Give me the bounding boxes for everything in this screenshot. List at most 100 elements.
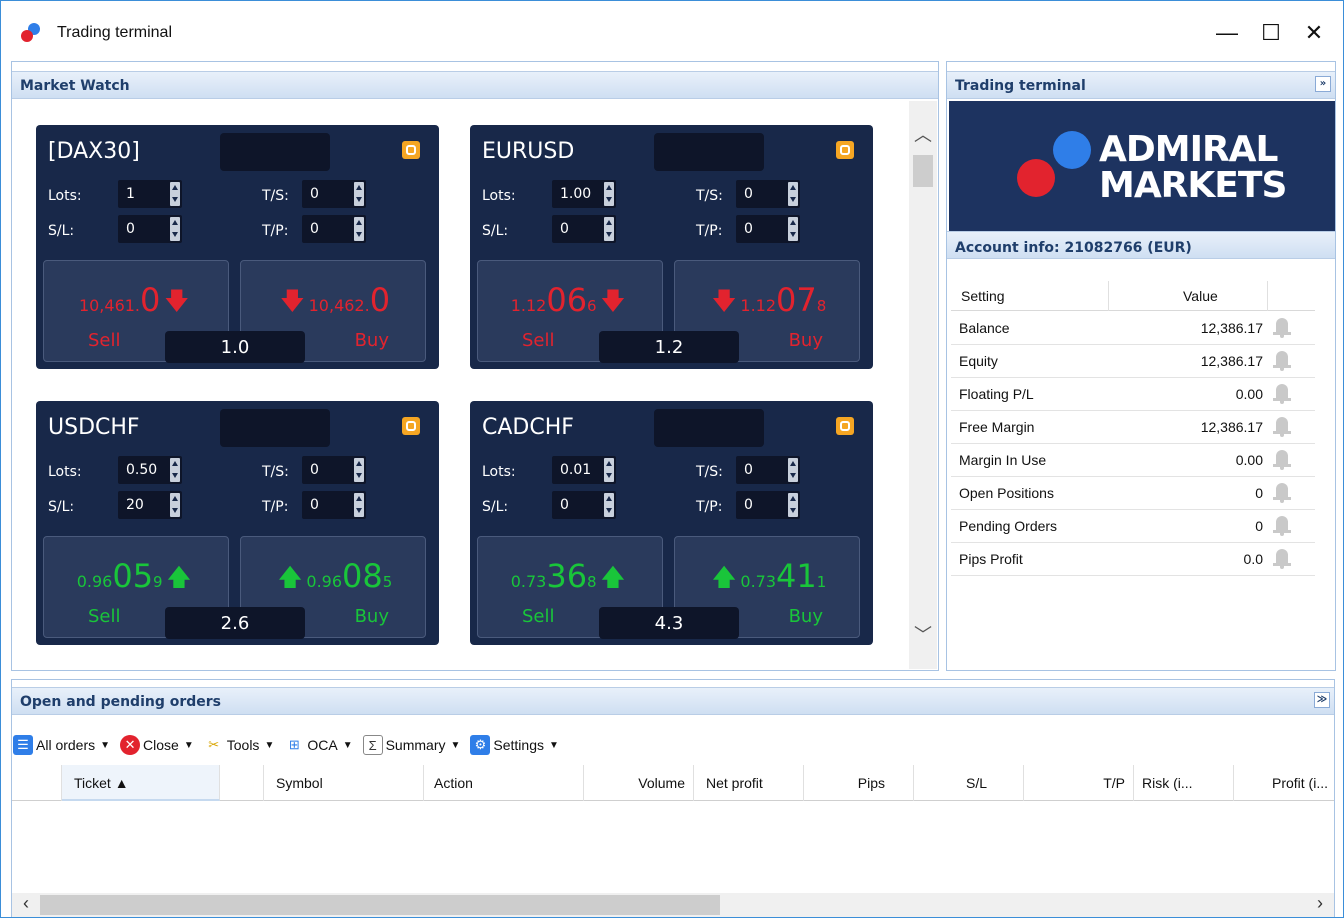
account-row: Balance 12,386.17 [951,312,1315,345]
scroll-thumb[interactable] [913,155,933,187]
spinner-icon[interactable] [354,493,364,517]
chart-placeholder [220,409,330,447]
symbol-name: CADCHF [482,415,574,440]
ts-input[interactable]: 0 [302,180,366,208]
all-orders-button[interactable]: ☰ All orders ▼ [13,735,110,755]
ts-input[interactable]: 0 [736,456,800,484]
column-ticket[interactable]: Ticket ▲ [62,765,220,801]
settings-button[interactable]: ⚙ Settings ▼ [470,735,559,755]
spinner-icon[interactable] [604,493,614,517]
spinner-icon[interactable] [788,493,798,517]
sell-price: 10,461.0 🡇 [44,281,228,325]
sell-label: Sell [522,606,555,627]
bell-icon[interactable] [1273,483,1291,503]
tp-label: T/P: [696,499,723,515]
column-value[interactable]: Value [1183,288,1218,304]
tools-button[interactable]: ✂ Tools ▼ [204,735,274,755]
symbol-tile: USDCHF Lots: 0.50 S/L: 20 T/S: 0 T/P: 0 … [36,401,439,645]
lots-input[interactable]: 1 [118,180,182,208]
sl-label: S/L: [482,223,509,239]
ts-input[interactable]: 0 [736,180,800,208]
arrow-up-icon: 🡅 [711,563,737,591]
summary-label: Summary [385,737,446,753]
column-blank[interactable] [220,765,264,801]
tp-input[interactable]: 0 [302,215,366,243]
summary-button[interactable]: Σ Summary ▼ [362,735,460,755]
tools-icon: ✂ [208,737,220,752]
spinner-icon[interactable] [604,217,614,241]
spinner-icon[interactable] [170,458,180,482]
bell-icon[interactable] [1273,351,1291,371]
setting-value: 0 [1255,485,1263,501]
options-icon[interactable] [402,141,420,159]
orders-toolbar: ☰ All orders ▼ ✕ Close ▼ ✂ Tools ▼ ⊞ OCA ▼ Σ… [13,731,569,759]
options-icon[interactable] [836,417,854,435]
column-action[interactable]: Action [424,765,584,801]
sell-price: 0.73368 🡅 [478,557,662,601]
lots-input[interactable]: 0.01 [552,456,616,484]
scroll-thumb-horizontal[interactable] [40,895,720,915]
market-watch-scrollbar[interactable]: ︿ ﹀ [909,101,937,669]
sl-input[interactable]: 0 [118,215,182,243]
bell-icon[interactable] [1273,318,1291,338]
column-tp[interactable]: T/P [1024,765,1134,801]
spinner-icon[interactable] [604,458,614,482]
bell-icon[interactable] [1273,417,1291,437]
admiral-markets-logo: ADMIRAL MARKETS [949,101,1335,231]
lots-input[interactable]: 0.50 [118,456,182,484]
expand-icon[interactable]: » [1315,76,1331,92]
bell-icon[interactable] [1273,384,1291,404]
column-pips[interactable]: Pips [804,765,914,801]
bell-icon[interactable] [1273,450,1291,470]
gear-icon: ⚙ [470,735,491,755]
scroll-left-icon[interactable]: ‹ [12,893,40,917]
spinner-icon[interactable] [354,458,364,482]
scroll-up-icon[interactable]: ︿ [909,121,937,149]
scroll-down-icon[interactable]: ﹀ [909,621,937,649]
list-icon: ☰ [13,735,33,755]
options-icon[interactable] [836,141,854,159]
spinner-icon[interactable] [788,217,798,241]
ts-input[interactable]: 0 [302,456,366,484]
sl-input[interactable]: 0 [552,491,616,519]
tp-input[interactable]: 0 [302,491,366,519]
tp-input[interactable]: 0 [736,215,800,243]
oca-button[interactable]: ⊞ OCA ▼ [284,735,353,755]
spinner-icon[interactable] [170,493,180,517]
column-sl[interactable]: S/L [914,765,1024,801]
bell-icon[interactable] [1273,549,1291,569]
spinner-icon[interactable] [170,217,180,241]
orders-scrollbar[interactable]: ‹ › [12,893,1334,917]
collapse-icon[interactable]: ≫ [1314,692,1330,708]
column-net-profit[interactable]: Net profit [694,765,804,801]
spinner-icon[interactable] [170,182,180,206]
close-button[interactable]: ✕ [1294,15,1334,51]
lots-input[interactable]: 1.00 [552,180,616,208]
maximize-button[interactable]: ☐ [1251,15,1291,51]
column-symbol[interactable]: Symbol [264,765,424,801]
minimize-button[interactable]: — [1207,15,1247,51]
spinner-icon[interactable] [354,182,364,206]
column-risk[interactable]: Risk (i... [1134,765,1234,801]
arrow-up-icon: 🡅 [166,563,192,591]
spinner-icon[interactable] [788,182,798,206]
spinner-icon[interactable] [788,458,798,482]
tp-input[interactable]: 0 [736,491,800,519]
column-profit[interactable]: Profit (i... [1234,765,1334,801]
options-icon[interactable] [402,417,420,435]
column-volume[interactable]: Volume [584,765,694,801]
buy-label: Buy [788,330,823,351]
spinner-icon[interactable] [604,182,614,206]
close-orders-button[interactable]: ✕ Close ▼ [120,735,194,755]
sl-input[interactable]: 20 [118,491,182,519]
setting-name: Margin In Use [959,452,1047,468]
sl-input[interactable]: 0 [552,215,616,243]
bell-icon[interactable] [1273,516,1291,536]
tp-label: T/P: [696,223,723,239]
sigma-icon: Σ [362,735,383,755]
spinner-icon[interactable] [354,217,364,241]
scroll-right-icon[interactable]: › [1306,893,1334,917]
column-setting[interactable]: Setting [961,288,1005,304]
column-select[interactable] [12,765,62,801]
setting-value: 12,386.17 [1200,320,1263,336]
